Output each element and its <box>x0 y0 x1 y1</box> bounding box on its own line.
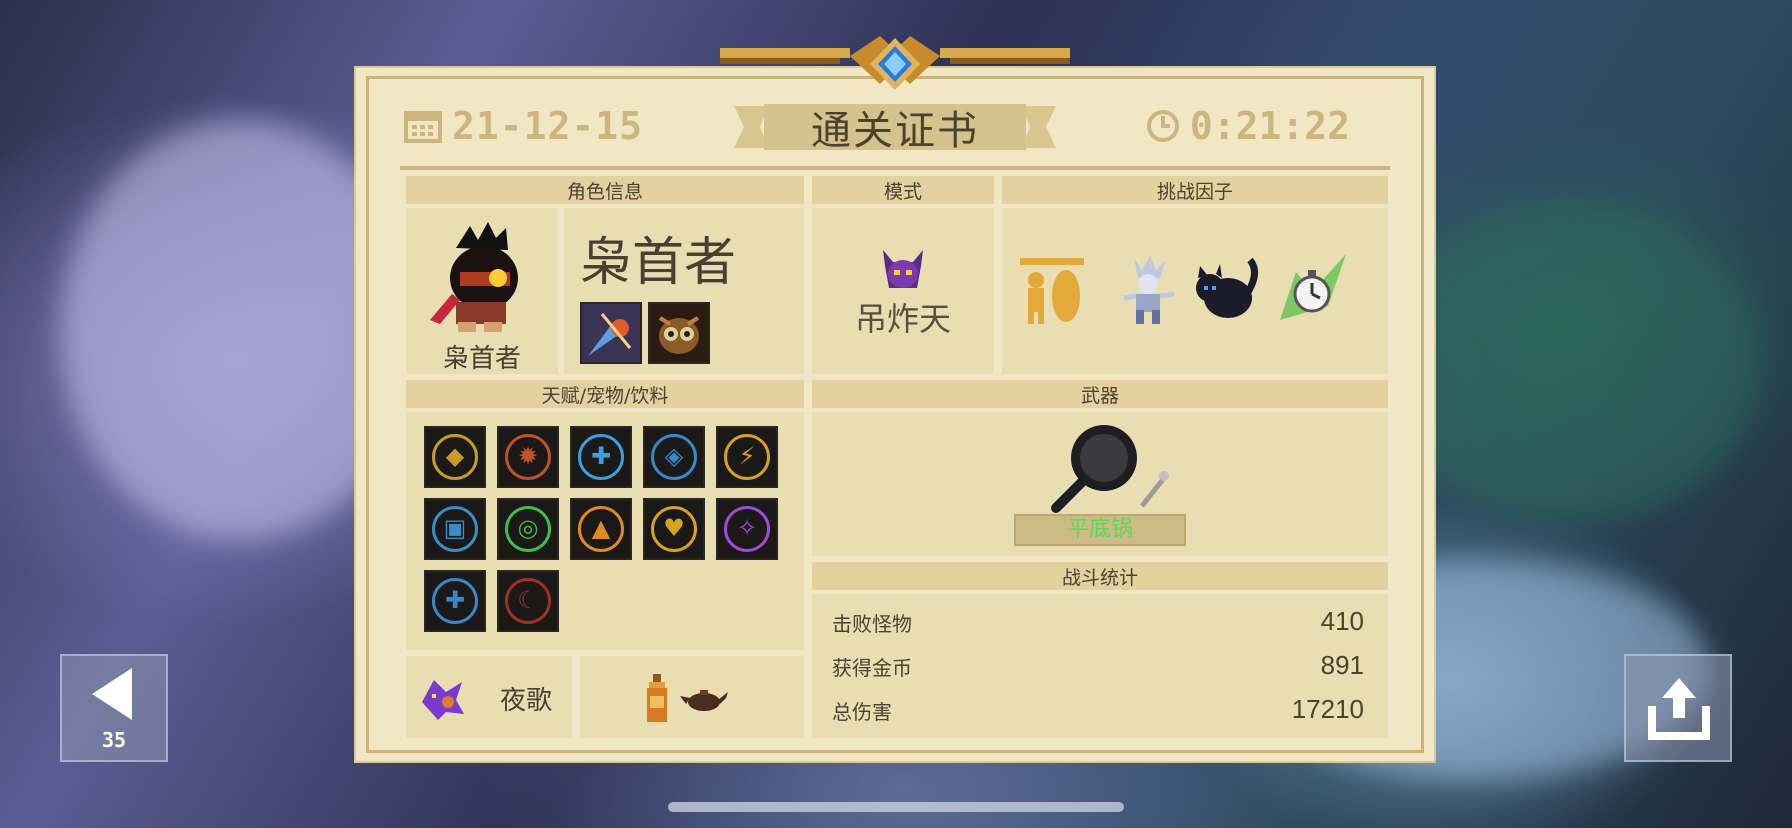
talent-glyph: ☾ <box>517 586 539 614</box>
chest-talent-icon: ▣ <box>424 498 486 560</box>
home-indicator <box>668 802 1124 812</box>
flame-shield-talent-icon: ▲ <box>570 498 632 560</box>
background-art-2 <box>1380 200 1760 520</box>
pet-box: 夜歌 <box>406 656 572 738</box>
purple-shield-talent-icon: ✧ <box>716 498 778 560</box>
brain-talent-icon: ✚ <box>424 570 486 632</box>
talent-glyph: ◈ <box>664 442 684 470</box>
calendar-icon <box>404 111 442 143</box>
drink-box <box>580 656 804 738</box>
talent-glyph: ⚡ <box>738 442 756 470</box>
black-cat-icon <box>1196 257 1258 318</box>
jester-icon <box>1123 256 1175 324</box>
owl-skill-icon <box>648 302 710 364</box>
lightning-talent-icon: ⚡ <box>716 426 778 488</box>
teapot-icon <box>680 690 728 711</box>
stopwatch-icon <box>1280 254 1346 320</box>
character-portrait-icon <box>430 222 518 332</box>
bottle-icon <box>647 674 667 722</box>
frying-pan-icon <box>1051 425 1169 513</box>
section-header-character: 角色信息 <box>406 176 804 204</box>
stat-label-kills: 击败怪物 <box>832 612 912 636</box>
stat-value-gold: 891 <box>1320 650 1364 680</box>
fire-talent-icon: ✹ <box>497 426 559 488</box>
time-text: 0:21:22 <box>1189 104 1350 148</box>
purple-fish-pet-icon <box>422 680 464 720</box>
stat-label-gold: 获得金币 <box>832 656 912 680</box>
character-detail-box: 枭首者 <box>564 208 804 374</box>
section-header-weapon: 武器 <box>812 380 1388 408</box>
back-countdown: 35 <box>101 728 127 752</box>
certificate-panel: 21-12-15 通关证书 0:21:22 角色信息 枭首者 枭首者 模式 吊炸… <box>354 66 1436 763</box>
talent-glyph: ✚ <box>590 442 612 470</box>
stat-value-kills: 410 <box>1320 606 1364 636</box>
section-header-challenge: 挑战因子 <box>1002 176 1388 204</box>
section-header-mode: 模式 <box>812 176 994 204</box>
talent-glyph: ▲ <box>591 514 611 542</box>
challenge-box <box>1002 208 1388 374</box>
broken-shield-talent-icon: ◈ <box>643 426 705 488</box>
section-header-battle-stats: 战斗统计 <box>812 562 1388 590</box>
share-button[interactable] <box>1624 654 1732 762</box>
stat-value-damage: 17210 <box>1291 694 1364 724</box>
pet-name: 夜歌 <box>500 686 553 716</box>
crest-ornament <box>720 36 1070 90</box>
share-icon <box>1648 678 1710 740</box>
comet-skill-icon <box>580 302 642 364</box>
mode-name: 吊炸天 <box>854 300 951 338</box>
talent-glyph: ✚ <box>444 586 466 614</box>
character-portrait-box: 枭首者 <box>406 208 558 374</box>
battle-stats-box: 击败怪物 410 获得金币 891 总伤害 17210 <box>812 594 1388 738</box>
back-button[interactable]: 35 <box>60 654 168 762</box>
heart-talent-icon: ♥ <box>643 498 705 560</box>
section-header-talents: 天赋/宠物/饮料 <box>406 380 804 408</box>
weapon-box: 平底锅 <box>812 412 1388 556</box>
talent-glyph: ✹ <box>517 442 539 470</box>
talent-glyph: ◎ <box>517 514 539 542</box>
mode-box: 吊炸天 <box>812 208 994 374</box>
gold-shield-talent-icon: ◆ <box>424 426 486 488</box>
time-display: 0:21:22 <box>1146 104 1350 148</box>
weapon-name: 平底锅 <box>1066 517 1133 542</box>
date-text: 21-12-15 <box>452 104 644 148</box>
portrait-caption: 枭首者 <box>442 344 521 374</box>
talent-glyph: ▣ <box>443 514 467 542</box>
talent-glyph: ✧ <box>736 514 758 542</box>
talent-glyph: ◆ <box>445 442 465 470</box>
horned-demon-icon <box>883 250 923 288</box>
character-class-name: 枭首者 <box>580 233 737 293</box>
stat-label-damage: 总伤害 <box>832 700 892 724</box>
talent-glyph: ♥ <box>663 514 685 542</box>
back-arrow-icon <box>92 668 132 720</box>
date-display: 21-12-15 <box>404 104 643 148</box>
statue-sword-icon <box>1020 258 1084 324</box>
green-shield-talent-icon: ◎ <box>497 498 559 560</box>
blade-talent-icon: ☾ <box>497 570 559 632</box>
blue-shield-talent-icon: ✚ <box>570 426 632 488</box>
clock-icon <box>1146 110 1179 142</box>
talents-box: ◆ ✹ ✚ ◈ ⚡ ▣ ◎ ▲ ♥ ✧ ✚ ☾ <box>406 412 804 650</box>
header-divider <box>400 166 1390 170</box>
certificate-title: 通关证书 <box>811 108 979 154</box>
